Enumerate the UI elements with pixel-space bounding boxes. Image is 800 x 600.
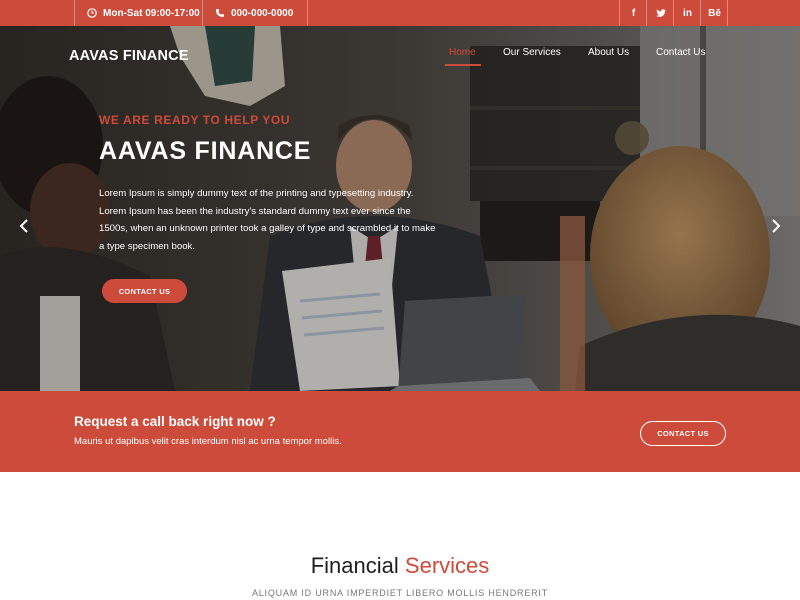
business-hours-text: Mon-Sat 09:00-17:00 xyxy=(103,7,200,19)
services-heading-main: Financial xyxy=(310,553,399,578)
twitter-link[interactable] xyxy=(647,0,674,26)
linkedin-icon: in xyxy=(683,7,692,19)
facebook-icon: f xyxy=(631,7,636,19)
callback-title: Request a call back right now ? xyxy=(74,414,276,429)
top-bar-divider xyxy=(727,0,728,26)
nav-our-services[interactable]: Our Services xyxy=(503,47,561,58)
callback-subtitle: Mauris ut dapibus velit cras interdum ni… xyxy=(74,436,342,447)
nav-contact-us[interactable]: Contact Us xyxy=(656,47,705,58)
services-heading-accent: Services xyxy=(404,553,490,578)
top-bar-divider xyxy=(202,0,203,26)
twitter-icon xyxy=(655,8,666,17)
chevron-left-icon[interactable] xyxy=(17,218,31,234)
hero-title: AAVAS FINANCE xyxy=(99,137,312,165)
linkedin-link[interactable]: in xyxy=(674,0,701,26)
services-subtitle: ALIQUAM ID URNA IMPERDIET LIBERO MOLLIS … xyxy=(251,588,549,598)
behance-icon: Bē xyxy=(708,7,721,19)
brand-logo[interactable]: AAVAS FINANCE xyxy=(69,48,189,64)
hero-contact-button[interactable]: CONTACT US xyxy=(102,279,187,303)
callback-contact-button[interactable]: CONTACT US xyxy=(640,421,726,446)
phone-icon xyxy=(216,9,224,17)
facebook-link[interactable]: f xyxy=(620,0,647,26)
business-hours: Mon-Sat 09:00-17:00 xyxy=(87,0,200,26)
hero-description: Lorem Ipsum is simply dummy text of the … xyxy=(99,188,436,252)
hero-slider: AAVAS FINANCE Home Our Services About Us… xyxy=(0,26,800,391)
chevron-right-icon[interactable] xyxy=(769,218,783,234)
nav-about-us[interactable]: About Us xyxy=(588,47,629,58)
hero-kicker: WE ARE READY TO HELP YOU xyxy=(99,113,291,127)
clock-icon xyxy=(87,8,97,18)
behance-link[interactable]: Bē xyxy=(701,0,728,26)
top-bar-divider xyxy=(74,0,75,26)
phone-number-text: 000-000-0000 xyxy=(231,7,294,19)
callback-banner: Request a call back right now ? Mauris u… xyxy=(0,391,800,472)
top-bar: Mon-Sat 09:00-17:00 000-000-0000 f in Bē xyxy=(0,0,800,26)
top-bar-divider xyxy=(307,0,308,26)
services-heading: Financial Services xyxy=(0,553,800,579)
phone-number[interactable]: 000-000-0000 xyxy=(215,0,293,26)
nav-home[interactable]: Home xyxy=(449,47,476,58)
nav-active-indicator xyxy=(445,64,481,66)
